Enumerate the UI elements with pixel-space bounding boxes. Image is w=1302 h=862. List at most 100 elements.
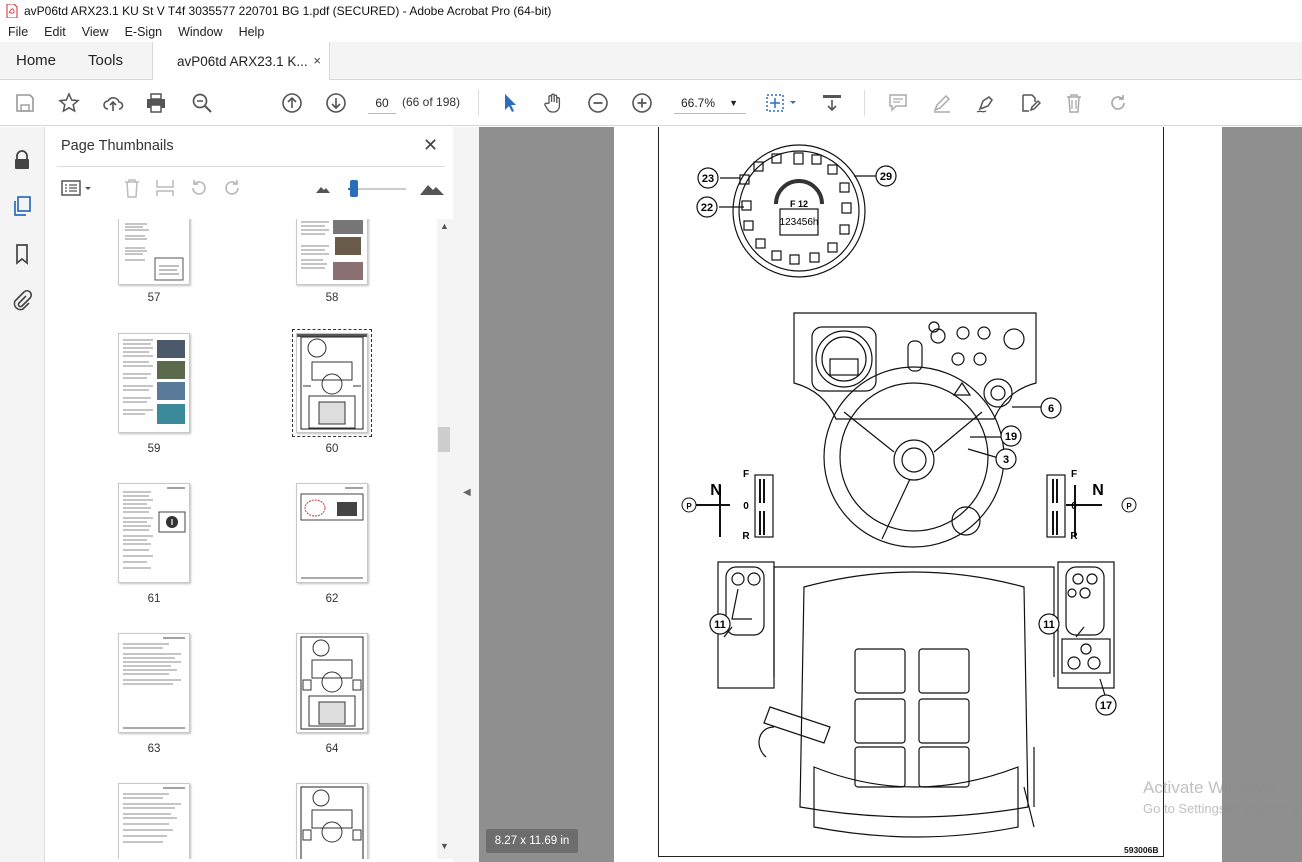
save-icon[interactable] [13,91,37,115]
zoom-level-value: 66.7% [681,96,716,110]
thumbnail-size-slider-handle[interactable] [350,180,358,197]
menu-file[interactable]: File [0,25,36,39]
small-thumbnail-mountain-icon[interactable] [315,177,331,199]
tab-document-label: avP06td ARX23.1 K... [177,53,308,69]
pdf-page: 23 29 22 F 12 123456h N F 0 R P N F 0 R … [614,127,1222,862]
print-icon[interactable] [144,91,168,115]
page-thumbnail[interactable] [118,783,190,859]
highlight-pen-icon[interactable] [930,91,954,115]
large-thumbnail-mountain-icon[interactable] [419,177,445,199]
window-title: avP06td ARX23.1 KU St V T4f 3035577 2207… [24,4,552,18]
close-panel-icon[interactable]: ✕ [423,135,438,156]
thumbnail-scrollbar[interactable]: ▲ ▼ [437,219,453,859]
page-thumbnail[interactable] [118,333,190,433]
panel-title: Page Thumbnails [61,138,174,154]
tab-home[interactable]: Home [16,52,56,69]
select-cursor-icon[interactable] [498,91,522,115]
navigation-rail [0,127,45,862]
page-thumbnail-preview [123,487,186,569]
bookmark-star-icon[interactable] [57,91,81,115]
thumbnail-label: 60 [325,443,339,455]
panel-divider [57,166,445,167]
panel-collapse-bar[interactable]: ◀ [453,127,479,862]
page-thumbnail[interactable] [118,483,190,583]
page-thumbnail-selected[interactable] [292,329,372,437]
callout-17: 17 [1100,700,1112,712]
tab-document[interactable]: avP06td ARX23.1 K... × [152,42,330,80]
zoom-level-select[interactable]: 66.7% ▼ [674,92,746,114]
thumbnail-label: 63 [147,743,161,755]
thumbnail-list: 57 58 59 60 61 62 63 64 [45,219,437,859]
left-shifter-reverse: R [742,531,750,542]
scroll-up-arrow-icon[interactable]: ▲ [440,221,449,231]
page-thumbnail[interactable] [296,219,368,285]
next-page-icon[interactable] [324,91,348,115]
page-thumbnail[interactable] [118,219,190,285]
page-thumbnail-preview [301,220,363,280]
gauge-hour-counter: 123456h [780,217,819,228]
options-menu-icon[interactable] [60,177,94,199]
zoom-in-icon[interactable] [630,91,654,115]
comment-icon[interactable] [886,91,910,115]
left-shifter-neutral: N [710,482,722,499]
delete-page-icon[interactable] [121,177,143,199]
scrollbar-thumb[interactable] [438,427,450,452]
delete-trash-icon[interactable] [1062,91,1086,115]
upload-cloud-icon[interactable] [101,91,125,115]
thumbnail-label: 61 [147,593,161,605]
thumbnail-label: 64 [325,743,339,755]
redo-icon[interactable] [1106,91,1130,115]
thumbnail-label: 59 [147,443,161,455]
callout-23: 23 [702,173,714,185]
scroll-down-arrow-icon[interactable]: ▼ [440,841,449,851]
menu-edit[interactable]: Edit [36,25,74,39]
zoom-search-icon[interactable] [190,91,214,115]
menu-view[interactable]: View [74,25,117,39]
rotate-right-icon[interactable] [221,177,243,199]
page-count-label: (66 of 198) [402,95,461,109]
callout-11-left: 11 [714,619,726,631]
lock-icon[interactable] [11,149,33,171]
page-thumbnail-preview [300,786,364,859]
thumbnail-label: 57 [147,292,161,304]
page-thumbnail[interactable] [118,633,190,733]
rotate-left-icon[interactable] [188,177,210,199]
page-thumbnail[interactable] [296,783,368,859]
zoom-out-icon[interactable] [586,91,610,115]
document-view[interactable]: 23 29 22 F 12 123456h N F 0 R P N F 0 R … [479,127,1302,862]
collapse-arrow-icon[interactable]: ◀ [463,487,471,498]
page-thumbnail-preview [123,637,185,729]
close-tab-icon[interactable]: × [313,53,321,68]
callout-6: 6 [1048,403,1054,415]
previous-page-icon[interactable] [280,91,304,115]
tab-tools[interactable]: Tools [88,52,123,69]
figure-code: 593006B [1124,845,1159,855]
left-shifter-park: P [686,502,692,511]
right-shifter-reverse: R [1070,531,1078,542]
page-thumbnail[interactable] [296,483,368,583]
page-thumbnail-preview [300,487,364,579]
thumbnail-label: 58 [325,292,339,304]
scrolling-mode-icon[interactable] [820,91,844,115]
menu-esign[interactable]: E-Sign [117,25,171,39]
sign-pen-icon[interactable] [974,91,998,115]
page-thumbnails-icon[interactable] [11,195,33,217]
callout-19: 19 [1005,431,1017,443]
attachments-paperclip-icon[interactable] [11,289,33,311]
menu-help[interactable]: Help [231,25,273,39]
activate-windows-watermark: Activate Windows [1143,778,1278,797]
left-shifter-zero: 0 [743,501,749,512]
bookmarks-icon[interactable] [11,243,33,265]
edit-document-icon[interactable] [1018,91,1042,115]
title-bar: avP06td ARX23.1 KU St V T4f 3035577 2207… [0,0,1302,22]
menu-window[interactable]: Window [170,25,230,39]
page-thumbnail-preview [123,339,185,424]
hand-pan-icon[interactable] [541,91,565,115]
pdf-file-icon [6,4,18,18]
chevron-down-icon: ▼ [729,98,738,108]
activate-windows-subtext: Go to Settings to activate Windows. [1143,801,1302,816]
extract-page-icon[interactable] [154,177,176,199]
fit-page-icon[interactable] [764,91,800,115]
page-thumbnail[interactable] [296,633,368,733]
page-number-input[interactable]: 60 [368,92,396,114]
